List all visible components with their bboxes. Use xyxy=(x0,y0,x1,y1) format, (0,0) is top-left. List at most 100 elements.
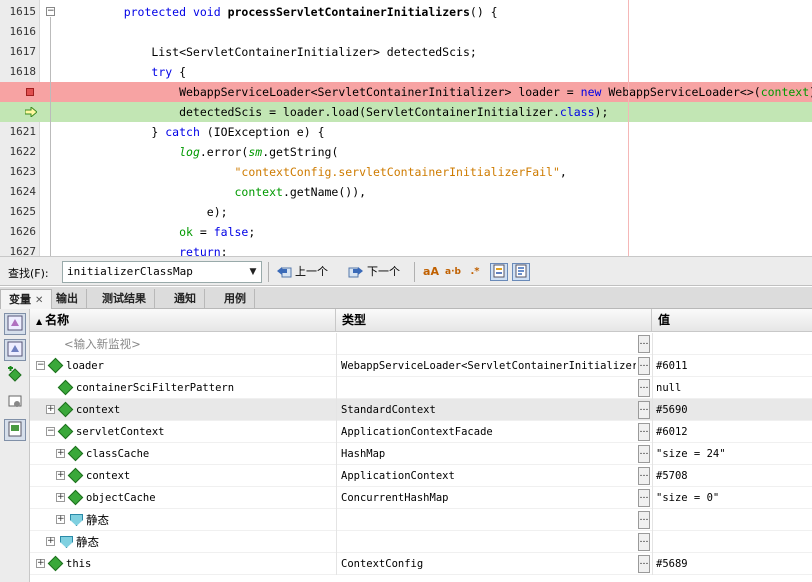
table-row[interactable]: + objectCache ConcurrentHashMap… "size = 0" xyxy=(30,487,812,509)
collapse-icon[interactable]: − xyxy=(36,361,45,370)
code-line[interactable]: 1617 List<ServletContainerInitializer> d… xyxy=(0,42,812,62)
code-line[interactable]: 1623 "contextConfig.servletContainerInit… xyxy=(0,162,812,182)
code-line-current[interactable]: detectedScis = loader.load(ServletContai… xyxy=(0,102,812,122)
code-line[interactable]: 1615 protected void processServletContai… xyxy=(0,2,812,22)
find-previous-label: 上一个 xyxy=(295,265,328,278)
fold-collapse-icon[interactable]: − xyxy=(46,7,55,16)
code-line[interactable]: 1618 try { xyxy=(0,62,812,82)
more-button[interactable]: … xyxy=(638,489,650,507)
expand-icon[interactable]: + xyxy=(56,471,65,480)
variable-value[interactable]: "size = 0" xyxy=(652,487,812,509)
code-line[interactable]: 1622 log.error(sm.getString( xyxy=(0,142,812,162)
code-line[interactable]: 1626 ok = false; xyxy=(0,222,812,242)
code-line[interactable]: 1625 e); xyxy=(0,202,812,222)
auto-variables-icon[interactable] xyxy=(4,339,26,361)
variable-value[interactable] xyxy=(652,509,812,531)
line-number[interactable]: 1625 xyxy=(0,202,37,222)
collapse-icon[interactable]: − xyxy=(46,427,55,436)
line-number[interactable]: 1624 xyxy=(0,182,37,202)
variable-value[interactable]: "size = 24" xyxy=(652,443,812,465)
regex-icon[interactable]: .* xyxy=(466,263,484,281)
table-row[interactable]: − servletContext ApplicationContextFacade…… xyxy=(30,421,812,443)
new-watch-icon[interactable] xyxy=(4,365,26,387)
more-button[interactable]: … xyxy=(638,423,650,441)
line-number[interactable]: 1618 xyxy=(0,62,37,82)
table-row[interactable]: + context StandardContext… #5690 xyxy=(30,399,812,421)
code-token: ); xyxy=(594,105,609,119)
line-number[interactable]: 1627 xyxy=(0,242,37,256)
table-row[interactable]: + 静态… xyxy=(30,509,812,531)
table-row[interactable]: + this ContextConfig… #5689 xyxy=(30,553,812,575)
expand-icon[interactable]: + xyxy=(36,559,45,568)
code-token: e); xyxy=(96,205,228,219)
expand-icon[interactable]: + xyxy=(56,493,65,502)
variable-type: StandardContext xyxy=(336,399,636,421)
match-case-icon[interactable]: aA xyxy=(422,263,440,281)
watches-toggle-icon[interactable] xyxy=(4,313,26,335)
line-number[interactable]: 1623 xyxy=(0,162,37,182)
column-header-type[interactable]: 类型 xyxy=(336,309,652,332)
variable-value[interactable]: #6012 xyxy=(652,421,812,443)
line-number[interactable]: 1622 xyxy=(0,142,37,162)
find-previous-button[interactable]: 上一个 xyxy=(276,263,328,281)
tab-test-results[interactable]: 测试结果 xyxy=(94,289,155,309)
table-row[interactable]: + 静态… xyxy=(30,531,812,553)
variable-value[interactable]: #5689 xyxy=(652,553,812,575)
variable-value[interactable]: null xyxy=(652,377,812,399)
new-watch-row[interactable]: <输入新监视> … xyxy=(30,333,812,355)
value-cell[interactable] xyxy=(652,333,812,355)
variable-value[interactable] xyxy=(652,531,812,553)
tab-use-cases[interactable]: 用例 xyxy=(216,289,255,309)
more-button[interactable]: … xyxy=(638,335,650,353)
code-line[interactable]: 1627 return; xyxy=(0,242,812,256)
more-button[interactable]: … xyxy=(638,445,650,463)
tab-variables[interactable]: 变量 ✕ xyxy=(0,289,53,309)
name-cell: − loader xyxy=(30,355,336,377)
column-header-name[interactable]: ▲ 名称 xyxy=(30,309,336,332)
line-number[interactable]: 1616 xyxy=(0,22,37,42)
whole-words-icon[interactable]: a·b xyxy=(444,263,462,281)
code-editor[interactable]: 1615 protected void processServletContai… xyxy=(0,0,812,256)
variable-value[interactable]: #6011 xyxy=(652,355,812,377)
show-values-icon[interactable] xyxy=(4,419,26,441)
variable-value[interactable]: #5708 xyxy=(652,465,812,487)
table-row[interactable]: + context ApplicationContext… #5708 xyxy=(30,465,812,487)
more-button[interactable]: … xyxy=(638,467,650,485)
tab-output[interactable]: 输出 xyxy=(48,289,87,309)
line-number[interactable]: 1626 xyxy=(0,222,37,242)
more-button[interactable]: … xyxy=(638,511,650,529)
breakpoint-icon[interactable] xyxy=(26,88,34,96)
variable-value[interactable]: #5690 xyxy=(652,399,812,421)
highlight-results-icon[interactable] xyxy=(490,263,508,281)
expand-icon[interactable]: + xyxy=(46,405,55,414)
line-number[interactable]: 1615 xyxy=(0,2,37,22)
expand-icon[interactable]: + xyxy=(56,449,65,458)
line-number[interactable]: 1621 xyxy=(0,122,37,142)
code-line[interactable]: 1616 xyxy=(0,22,812,42)
find-input[interactable]: initializerClassMap xyxy=(62,261,262,283)
table-row[interactable]: containerSciFilterPattern … null xyxy=(30,377,812,399)
debug-settings-icon[interactable] xyxy=(4,391,26,413)
column-header-value[interactable]: 值 xyxy=(652,309,812,332)
code-line[interactable]: 1621 } catch (IOException e) { xyxy=(0,122,812,142)
expand-icon[interactable]: + xyxy=(46,537,55,546)
tab-notifications[interactable]: 通知 xyxy=(166,289,205,309)
new-watch-placeholder[interactable]: <输入新监视> xyxy=(30,333,336,355)
code-line-breakpoint[interactable]: WebappServiceLoader<ServletContainerInit… xyxy=(0,82,812,102)
code-line[interactable]: 1624 context.getName()), xyxy=(0,182,812,202)
line-number[interactable]: 1617 xyxy=(0,42,37,62)
more-button[interactable]: … xyxy=(638,401,650,419)
find-history-dropdown-icon[interactable]: ▼ xyxy=(246,262,260,282)
variables-table[interactable]: ▲ 名称 类型 值 <输入新监视> … − loader WebappServiceLoa… xyxy=(30,309,812,582)
table-row[interactable]: − loader WebappServiceLoader<ServletContai… xyxy=(30,355,812,377)
table-row[interactable]: + classCache HashMap… "size = 24" xyxy=(30,443,812,465)
more-button[interactable]: … xyxy=(638,555,650,573)
find-next-button[interactable]: 下一个 xyxy=(348,263,400,281)
more-button[interactable]: … xyxy=(638,379,650,397)
more-button[interactable]: … xyxy=(638,533,650,551)
more-button[interactable]: … xyxy=(638,357,650,375)
close-icon[interactable]: ✕ xyxy=(35,295,43,306)
wrap-around-icon[interactable] xyxy=(512,263,530,281)
expand-icon[interactable]: + xyxy=(56,515,65,524)
code-token: = xyxy=(192,225,214,239)
